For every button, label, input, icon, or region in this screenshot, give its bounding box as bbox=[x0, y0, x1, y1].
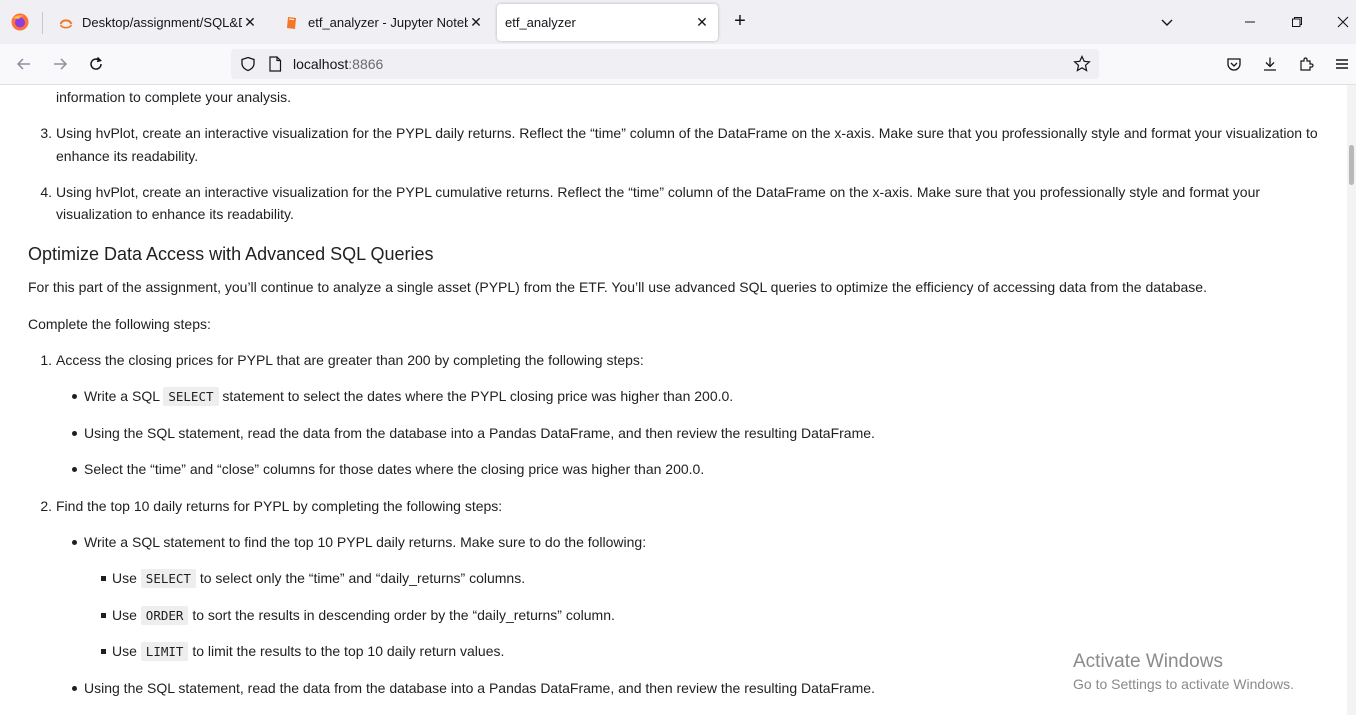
text: to select only the “time” and “daily_ret… bbox=[195, 570, 526, 586]
bullet-text: Using the SQL statement, read the data f… bbox=[84, 425, 875, 441]
new-tab-button[interactable]: + bbox=[729, 10, 751, 32]
paragraph: Complete the following steps: bbox=[28, 316, 211, 332]
inline-code: LIMIT bbox=[140, 642, 189, 661]
bullet-text: Write a SQL SELECT statement to select t… bbox=[84, 385, 733, 408]
url-text[interactable]: localhost:8866 bbox=[293, 56, 383, 72]
firefox-icon[interactable] bbox=[10, 12, 30, 32]
list-item-text: Using hvPlot, create an interactive visu… bbox=[56, 184, 1261, 200]
list-item-text: Using hvPlot, create an interactive visu… bbox=[56, 125, 1318, 141]
downloads-button[interactable] bbox=[1258, 52, 1282, 76]
bullet-text: Using the SQL statement, read the data f… bbox=[84, 680, 875, 696]
hamburger-menu-icon bbox=[1336, 59, 1348, 69]
sub-bullet-text: Use ORDER to sort the results in descend… bbox=[112, 604, 615, 627]
bullet bbox=[72, 467, 77, 472]
paragraph: For this part of the assignment, you’ll … bbox=[28, 279, 1207, 295]
url-host: localhost bbox=[293, 56, 349, 72]
bullet bbox=[72, 686, 77, 691]
text: statement to select the dates where the … bbox=[218, 388, 734, 404]
extensions-button[interactable] bbox=[1294, 52, 1318, 76]
inline-code: SELECT bbox=[140, 569, 196, 588]
forward-button[interactable] bbox=[48, 52, 72, 76]
navigation-toolbar: localhost:8866 bbox=[0, 44, 1356, 85]
close-window-button[interactable] bbox=[1331, 10, 1355, 34]
text: Use bbox=[112, 570, 141, 586]
forward-arrow-icon bbox=[54, 58, 68, 70]
text: Use bbox=[112, 643, 141, 659]
bullet bbox=[72, 394, 77, 399]
pocket-button[interactable] bbox=[1222, 52, 1246, 76]
address-bar[interactable]: localhost:8866 bbox=[231, 49, 1099, 79]
back-button[interactable] bbox=[12, 52, 36, 76]
puzzle-icon bbox=[1300, 57, 1314, 71]
square-bullet bbox=[101, 613, 106, 618]
tab-separator bbox=[42, 12, 43, 34]
shield-icon[interactable] bbox=[239, 55, 257, 73]
tab-etf-analyzer[interactable]: etf_analyzer ✕ bbox=[497, 4, 718, 41]
text: Write a SQL bbox=[84, 388, 164, 404]
tab-jupyter-tree[interactable]: Desktop/assignment/SQL&DAT ✕ bbox=[44, 4, 266, 41]
sub-bullet-text: Use LIMIT to limit the results to the to… bbox=[112, 640, 504, 663]
inline-code: ORDER bbox=[140, 606, 189, 625]
tab-label: etf_analyzer - Jupyter Notebook bbox=[308, 15, 468, 30]
close-tab-icon[interactable]: ✕ bbox=[242, 14, 258, 31]
activate-windows-subtitle: Go to Settings to activate Windows. bbox=[1073, 676, 1294, 692]
close-tab-icon[interactable]: ✕ bbox=[468, 14, 484, 31]
list-item-text: Access the closing prices for PYPL that … bbox=[56, 352, 644, 368]
text: Use bbox=[112, 607, 141, 623]
back-arrow-icon bbox=[16, 58, 30, 70]
list-number: 4. bbox=[40, 184, 52, 200]
page-icon[interactable] bbox=[266, 55, 284, 73]
sub-bullet-text: Use SELECT to select only the “time” and… bbox=[112, 567, 525, 590]
reload-button[interactable] bbox=[84, 52, 108, 76]
tab-label: Desktop/assignment/SQL&DAT bbox=[82, 15, 242, 30]
bookmark-star-icon[interactable] bbox=[1073, 55, 1091, 73]
scrollbar-thumb[interactable] bbox=[1349, 145, 1354, 185]
text: to sort the results in descending order … bbox=[188, 607, 615, 623]
tab-label: etf_analyzer bbox=[505, 15, 576, 30]
list-item-text: enhance its readability. bbox=[56, 148, 199, 164]
close-tab-icon[interactable]: ✕ bbox=[694, 14, 710, 31]
activate-windows-title: Activate Windows bbox=[1073, 651, 1223, 672]
square-bullet bbox=[101, 576, 106, 581]
tab-notebook[interactable]: etf_analyzer - Jupyter Notebook ✕ bbox=[270, 4, 492, 41]
bullet-text: Write a SQL statement to find the top 10… bbox=[84, 534, 647, 550]
list-number: 1. bbox=[40, 352, 52, 368]
minimize-button[interactable] bbox=[1238, 10, 1262, 34]
bullet bbox=[72, 540, 77, 545]
pocket-icon bbox=[1227, 58, 1241, 71]
bullet bbox=[72, 431, 77, 436]
list-number: 2. bbox=[40, 498, 52, 514]
reload-icon bbox=[90, 56, 102, 70]
bullet-text: Select the “time” and “close” columns fo… bbox=[84, 461, 705, 477]
list-number: 3. bbox=[40, 125, 52, 141]
notebook-icon bbox=[287, 16, 296, 29]
url-port: :8866 bbox=[348, 56, 384, 72]
restore-button[interactable] bbox=[1285, 10, 1309, 34]
list-item-text: visualization to enhance its readability… bbox=[56, 206, 294, 222]
download-icon bbox=[1264, 57, 1276, 71]
list-item-text: Find the top 10 daily returns for PYPL b… bbox=[56, 498, 503, 514]
square-bullet bbox=[101, 649, 106, 654]
section-heading: Optimize Data Access with Advanced SQL Q… bbox=[28, 244, 434, 264]
vertical-scrollbar[interactable] bbox=[1347, 85, 1356, 715]
page-content: information to complete your analysis. 3… bbox=[0, 85, 1347, 715]
text: to limit the results to the top 10 daily… bbox=[188, 643, 505, 659]
paragraph-continuation: information to complete your analysis. bbox=[56, 89, 291, 105]
jupyter-icon bbox=[59, 18, 73, 28]
list-all-tabs-icon[interactable] bbox=[1155, 10, 1179, 34]
app-menu-button[interactable] bbox=[1330, 52, 1354, 76]
inline-code: SELECT bbox=[163, 387, 219, 406]
tab-strip: Desktop/assignment/SQL&DAT ✕ etf_analyze… bbox=[0, 0, 1356, 44]
